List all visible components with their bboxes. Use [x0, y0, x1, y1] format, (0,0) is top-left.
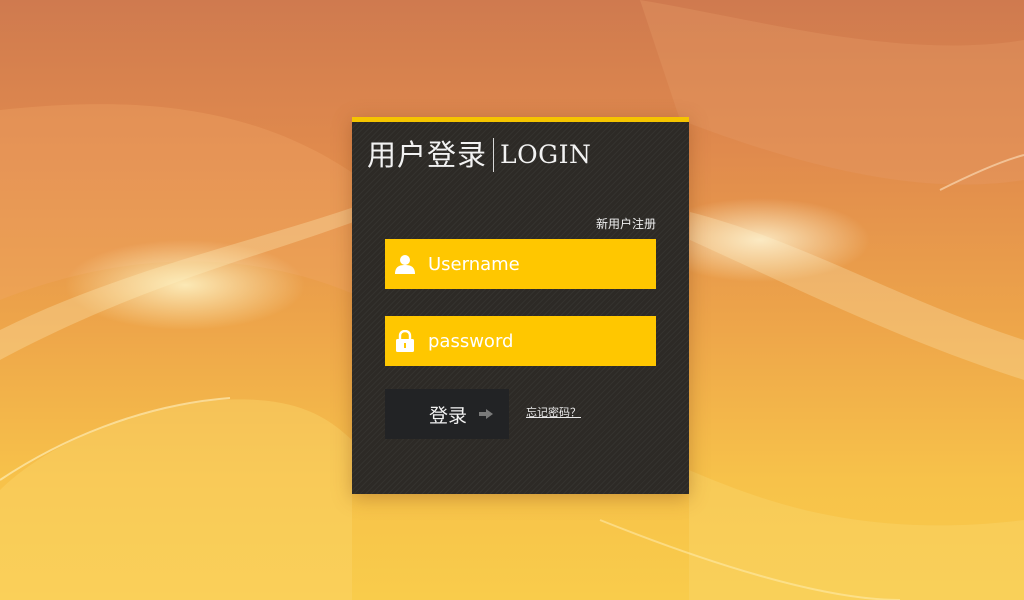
login-panel: 用户登录 LOGIN 新用户注册 登录 — [352, 117, 689, 494]
register-link[interactable]: 新用户注册 — [596, 215, 656, 232]
login-button[interactable]: 登录 — [385, 389, 509, 439]
lock-icon — [385, 316, 425, 366]
forgot-password-link[interactable]: 忘记密码？ — [526, 404, 581, 420]
user-icon — [385, 239, 425, 289]
username-field[interactable] — [385, 239, 656, 289]
title-chinese: 用户登录 — [367, 138, 495, 172]
title-english: LOGIN — [500, 140, 592, 169]
password-field[interactable] — [385, 316, 656, 366]
password-input[interactable] — [425, 321, 656, 361]
page-title: 用户登录 LOGIN — [367, 138, 591, 172]
login-button-label: 登录 — [429, 404, 468, 427]
arrow-right-icon — [479, 409, 494, 419]
username-input[interactable] — [425, 244, 656, 284]
